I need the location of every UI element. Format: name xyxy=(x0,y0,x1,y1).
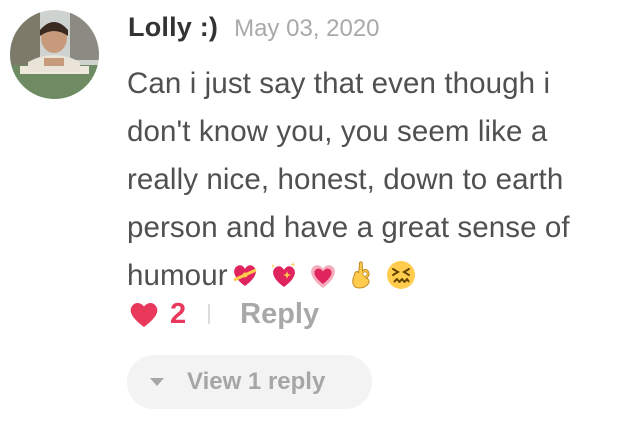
caret-down-icon xyxy=(150,378,164,386)
confounded-face-icon xyxy=(386,260,416,290)
comment-header: Lolly :) May 03, 2020 xyxy=(128,12,380,46)
comment-date: May 03, 2020 xyxy=(234,15,380,42)
sparkling-heart-icon xyxy=(269,260,299,290)
view-replies-button[interactable]: View 1 reply xyxy=(127,355,372,409)
emoji-group xyxy=(230,260,416,290)
heart-with-ribbon-icon xyxy=(230,260,260,290)
heart-icon xyxy=(130,302,158,327)
like-count: 2 xyxy=(170,297,187,330)
avatar[interactable] xyxy=(10,10,99,99)
author-name[interactable]: Lolly :) xyxy=(128,12,218,43)
comment-actions: 2 Reply xyxy=(128,294,319,334)
divider xyxy=(208,304,211,324)
growing-heart-icon xyxy=(308,260,338,290)
view-replies-label: View 1 reply xyxy=(187,368,326,395)
ok-hand-icon xyxy=(347,260,377,290)
like-button[interactable]: 2 xyxy=(128,298,186,331)
avatar-photo xyxy=(10,10,99,99)
reply-button[interactable]: Reply xyxy=(240,298,319,331)
comment-body: Can i just say that even though i don't … xyxy=(127,60,607,300)
comment-text: Can i just say that even though i don't … xyxy=(127,67,570,292)
comment: Lolly :) May 03, 2020 Can i just say tha… xyxy=(0,0,627,423)
